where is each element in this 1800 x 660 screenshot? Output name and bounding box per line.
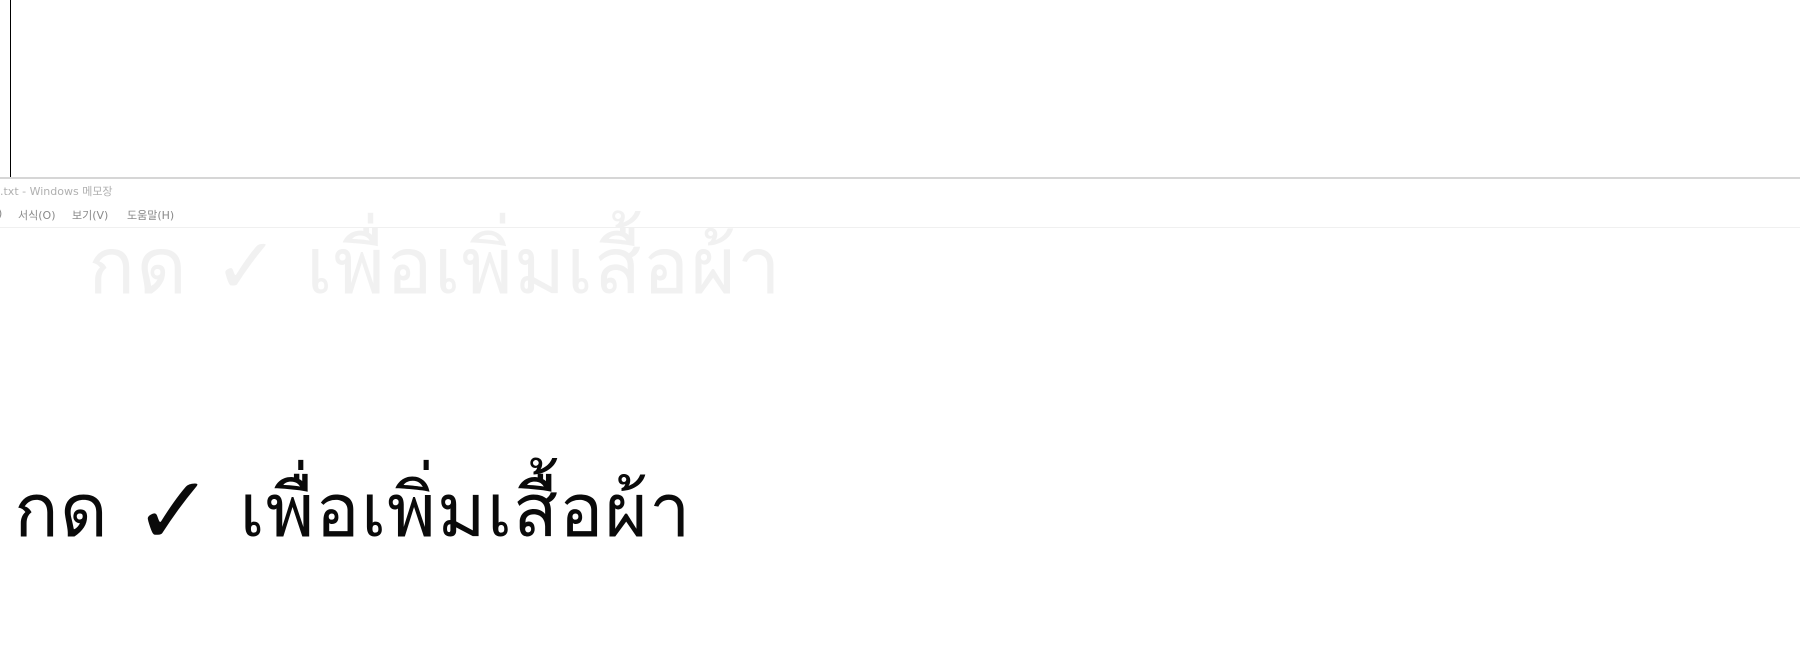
window-title: .txt - Windows 메모장: [0, 185, 113, 198]
text-after-check: เพื่อเพิ่มเสื้อผ้า: [214, 468, 692, 554]
ghost-text-overlay: กด ✓ เพื่อเพิ่มเสื้อผ้า: [88, 222, 782, 312]
text-caret: [10, 0, 11, 177]
menu-file[interactable]: ): [0, 207, 2, 220]
top-editor-area[interactable]: [0, 0, 1800, 177]
editor-text[interactable]: กด ✓ เพื่อเพิ่มเสื้อผ้า: [14, 447, 692, 569]
notepad-window: .txt - Windows 메모장 ) 서식(O) 보기(V) 도움말(H) …: [0, 179, 1800, 660]
menu-format[interactable]: 서식(O): [18, 207, 55, 223]
text-before-check: กด: [14, 468, 134, 554]
check-icon: ✓: [133, 455, 215, 567]
